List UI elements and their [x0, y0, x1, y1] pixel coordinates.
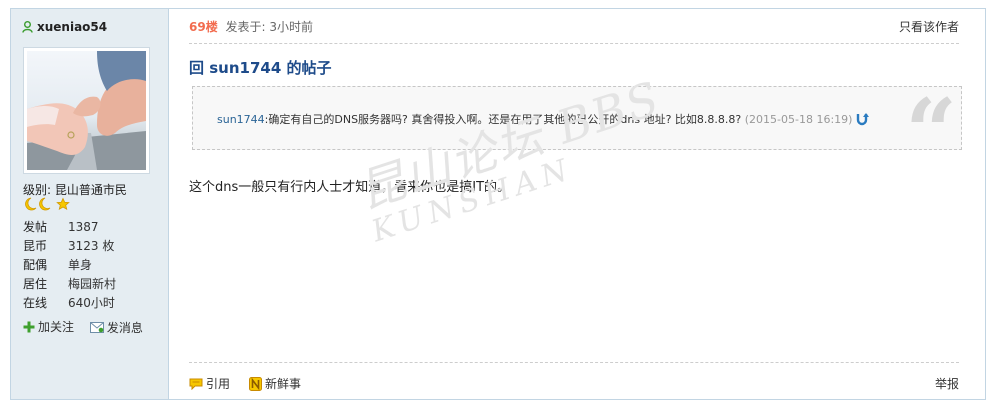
- post-footer: 引用 新鲜事 举报: [189, 362, 959, 401]
- stat-value: 单身: [68, 258, 93, 272]
- stat-label: 居住: [23, 277, 48, 291]
- level-stars: [23, 197, 73, 214]
- moon-icon: [39, 197, 51, 211]
- fresh-news-icon: [249, 376, 262, 391]
- stat-value: 1387: [68, 220, 99, 234]
- stat-spouse: 配偶 单身: [23, 256, 92, 274]
- user-level-value: 昆山普通市民: [54, 183, 127, 197]
- avatar[interactable]: [23, 47, 150, 174]
- quote-text: :确定有自己的DNS服务器吗? 真舍得投入啊。还是在用了其他的已公开的dns 地…: [264, 113, 742, 126]
- message-label: 发消息: [106, 320, 143, 335]
- quote-label: 引用: [206, 377, 231, 391]
- quote-button[interactable]: 引用: [189, 375, 230, 392]
- stat-label: 在线: [23, 296, 48, 310]
- envelope-icon: [89, 321, 104, 333]
- post-title: 回 sun1744 的帖子: [189, 59, 332, 77]
- quote-mark-icon: “: [905, 79, 957, 185]
- only-author-link[interactable]: 只看该作者: [899, 9, 959, 45]
- user-online-icon: [22, 21, 33, 33]
- stat-label: 昆币: [23, 239, 48, 253]
- follow-button[interactable]: 加关注: [23, 318, 74, 335]
- fresh-news-button[interactable]: 新鲜事: [249, 375, 301, 392]
- quote-reply-icon: [189, 378, 203, 390]
- stat-label: 配偶: [23, 258, 48, 272]
- user-level-label: 级别:: [23, 183, 52, 197]
- author-name[interactable]: xueniao54: [22, 20, 107, 34]
- post-time: 发表于: 3小时前: [225, 20, 314, 34]
- forum-post: xueniao54 级别: 昆山普通市民 发帖 1387 昆币 3123 枚 配…: [10, 8, 986, 400]
- avatar-image: [27, 51, 146, 170]
- fresh-news-label: 新鲜事: [265, 377, 302, 391]
- jump-to-post-icon[interactable]: [855, 112, 870, 126]
- star-icon: [56, 197, 70, 211]
- stat-value: 梅园新村: [68, 277, 117, 291]
- stat-online: 在线 640小时: [23, 294, 115, 312]
- follow-label: 加关注: [38, 320, 75, 334]
- post-header: 69楼 发表于: 3小时前 只看该作者: [189, 9, 959, 44]
- plus-icon: [23, 321, 35, 332]
- quote-content: sun1744:确定有自己的DNS服务器吗? 真舍得投入啊。还是在用了其他的已公…: [217, 111, 901, 127]
- user-level: 级别: 昆山普通市民: [23, 181, 127, 198]
- quote-time: (2015-05-18 16:19): [744, 113, 853, 126]
- user-actions: 加关注 发消息: [23, 318, 155, 336]
- quote-author-link[interactable]: sun1744: [217, 113, 265, 126]
- quote-block: “ sun1744:确定有自己的DNS服务器吗? 真舍得投入啊。还是在用了其他的…: [192, 86, 962, 177]
- post-main: 69楼 发表于: 3小时前 只看该作者 回 sun1744 的帖子 “ sun1…: [169, 9, 985, 399]
- stat-label: 发帖: [23, 220, 48, 234]
- author-name-text: xueniao54: [37, 20, 108, 34]
- author-sidebar: xueniao54 级别: 昆山普通市民 发帖 1387 昆币 3123 枚 配…: [11, 9, 169, 399]
- stat-value: 3123 枚: [68, 239, 115, 253]
- stat-posts: 发帖 1387: [23, 218, 99, 236]
- stat-residence: 居住 梅园新村: [23, 275, 116, 293]
- stat-value: 640小时: [68, 296, 115, 310]
- post-body: 这个dns一般只有行内人士才知道，看来你也是搞IT的。: [189, 180, 511, 195]
- report-link[interactable]: 举报: [935, 375, 959, 392]
- stat-coins: 昆币 3123 枚: [23, 237, 114, 255]
- send-message-button[interactable]: 发消息: [89, 319, 143, 336]
- floor-number[interactable]: 69楼: [189, 20, 218, 34]
- moon-icon: [25, 197, 37, 211]
